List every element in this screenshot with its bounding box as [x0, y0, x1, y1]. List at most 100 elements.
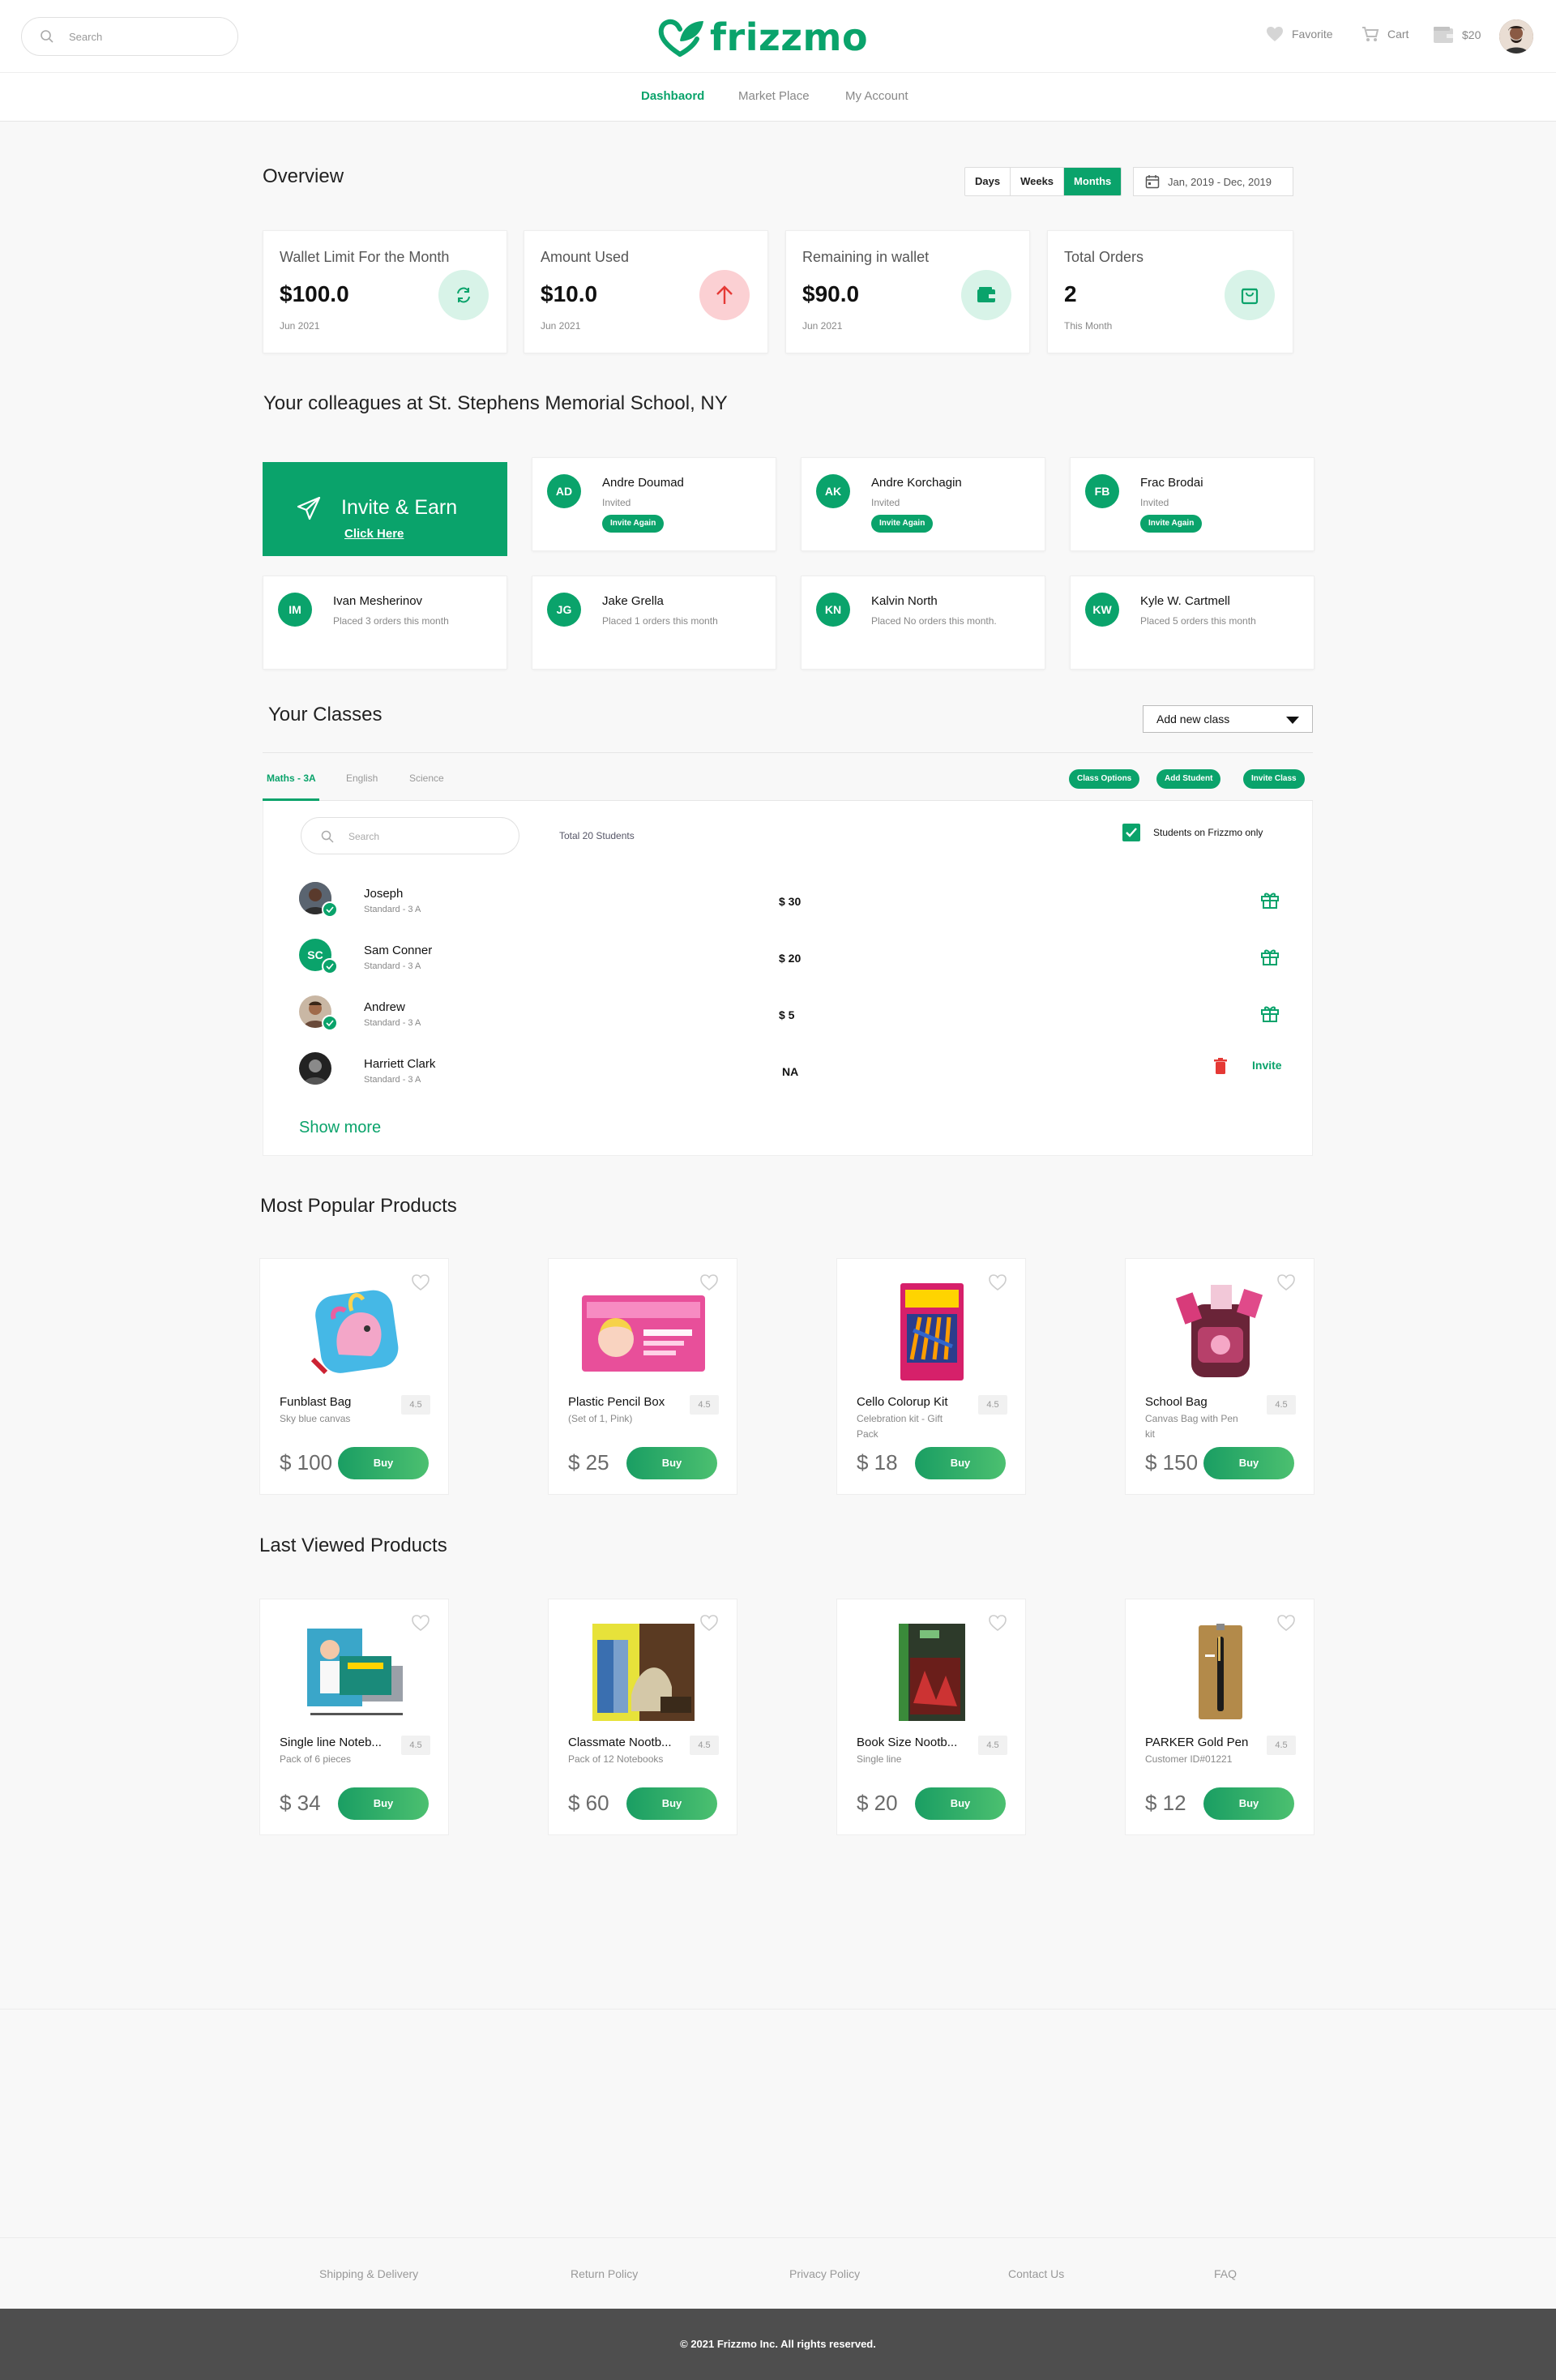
- tab-maths-3a[interactable]: Maths - 3A: [267, 773, 316, 784]
- invite-again-button[interactable]: Invite Again: [871, 515, 934, 533]
- student-search-input[interactable]: Search: [301, 817, 519, 854]
- gift-icon[interactable]: [1260, 947, 1280, 966]
- colleague-name: Andre Korchagin: [871, 476, 962, 490]
- period-days[interactable]: Days: [965, 168, 1011, 195]
- show-more-link[interactable]: Show more: [299, 1119, 381, 1137]
- nav-market-place[interactable]: Market Place: [738, 89, 810, 103]
- calendar-icon: [1145, 175, 1160, 189]
- gift-icon[interactable]: [1260, 1004, 1280, 1023]
- invite-link[interactable]: Click Here: [344, 527, 404, 541]
- wallet-link[interactable]: $20: [1433, 26, 1481, 44]
- footer-link-return[interactable]: Return Policy: [571, 2267, 638, 2280]
- product-price: $ 25: [568, 1450, 609, 1475]
- favorite-link[interactable]: Favorite: [1266, 26, 1333, 42]
- student-avatar: [299, 1052, 331, 1085]
- product-card[interactable]: Plastic Pencil Box (Set of 1, Pink) 4.5 …: [548, 1258, 737, 1495]
- favorite-heart-icon[interactable]: [699, 1273, 719, 1291]
- product-rating: 4.5: [978, 1736, 1007, 1755]
- colleague-name: Andre Doumad: [602, 476, 684, 490]
- stat-sub: Jun 2021: [541, 320, 581, 332]
- footer-link-faq[interactable]: FAQ: [1214, 2267, 1237, 2280]
- invite-class-button[interactable]: Invite Class: [1243, 769, 1305, 789]
- tab-science[interactable]: Science: [409, 773, 444, 784]
- favorite-heart-icon[interactable]: [1276, 1614, 1296, 1632]
- gift-icon[interactable]: [1260, 890, 1280, 910]
- favorite-heart-icon[interactable]: [988, 1614, 1007, 1632]
- favorite-heart-icon[interactable]: [411, 1273, 430, 1291]
- product-card[interactable]: PARKER Gold Pen Customer ID#01221 4.5 $ …: [1125, 1599, 1314, 1835]
- stat-label: Total Orders: [1064, 249, 1144, 265]
- colleague-name: Ivan Mesherinov: [333, 594, 423, 608]
- colleague-status: Invited: [871, 497, 900, 508]
- user-avatar-photo: [1499, 19, 1533, 54]
- favorite-heart-icon[interactable]: [1276, 1273, 1296, 1291]
- invite-earn-card[interactable]: Invite & Earn Click Here: [263, 462, 507, 556]
- colleague-initials: AK: [816, 474, 850, 508]
- tab-english[interactable]: English: [346, 773, 378, 784]
- period-weeks[interactable]: Weeks: [1011, 168, 1065, 195]
- wallet-icon: [961, 270, 1011, 320]
- buy-button[interactable]: Buy: [626, 1787, 717, 1820]
- period-selector: Days Weeks Months: [964, 167, 1122, 196]
- invite-student-link[interactable]: Invite: [1252, 1059, 1282, 1072]
- class-options-button[interactable]: Class Options: [1069, 769, 1140, 789]
- user-avatar[interactable]: [1499, 19, 1533, 54]
- colleague-status: Placed 3 orders this month: [333, 615, 449, 627]
- brand-logo[interactable]: frizzmo: [658, 15, 868, 60]
- overview-title: Overview: [263, 165, 344, 187]
- student-amount: NA: [782, 1065, 799, 1078]
- colleague-name: Jake Grella: [602, 594, 664, 608]
- add-student-button[interactable]: Add Student: [1156, 769, 1221, 789]
- product-desc: (Set of 1, Pink): [568, 1413, 633, 1424]
- wallet-amount: $20: [1462, 28, 1481, 41]
- buy-button[interactable]: Buy: [1203, 1447, 1294, 1479]
- frizzmo-only-checkbox[interactable]: [1122, 824, 1140, 841]
- colleague-initials: FB: [1085, 474, 1119, 508]
- main-nav: Dashbaord Market Place My Account: [0, 73, 1556, 122]
- invite-again-button[interactable]: Invite Again: [1140, 515, 1203, 533]
- buy-button[interactable]: Buy: [338, 1787, 429, 1820]
- product-card[interactable]: Single line Noteb... Pack of 6 pieces 4.…: [259, 1599, 449, 1835]
- product-desc: Single line: [857, 1753, 902, 1765]
- colleague-initials: AD: [547, 474, 581, 508]
- footer-link-privacy[interactable]: Privacy Policy: [789, 2267, 860, 2280]
- colleague-status: Placed 5 orders this month: [1140, 615, 1256, 627]
- product-card[interactable]: School Bag Canvas Bag with Pen kit 4.5 $…: [1125, 1258, 1314, 1495]
- nav-dashboard[interactable]: Dashbaord: [641, 89, 704, 103]
- trash-icon[interactable]: [1213, 1057, 1228, 1075]
- cart-link[interactable]: Cart: [1362, 26, 1409, 42]
- favorite-heart-icon[interactable]: [411, 1614, 430, 1632]
- product-card[interactable]: Book Size Nootb... Single line 4.5 $ 20 …: [836, 1599, 1026, 1835]
- colleague-initials: KN: [816, 593, 850, 627]
- date-range-picker[interactable]: Jan, 2019 - Dec, 2019: [1133, 167, 1293, 196]
- student-amount: $ 20: [779, 952, 802, 965]
- buy-button[interactable]: Buy: [915, 1447, 1006, 1479]
- footer-link-contact[interactable]: Contact Us: [1008, 2267, 1064, 2280]
- colleague-card: AD Andre Doumad Invited Invite Again: [532, 457, 776, 551]
- invite-again-button[interactable]: Invite Again: [602, 515, 665, 533]
- stat-value: $100.0: [280, 281, 349, 306]
- header-search[interactable]: Search: [21, 17, 238, 56]
- product-name: Single line Noteb...: [280, 1736, 382, 1749]
- nav-my-account[interactable]: My Account: [845, 89, 908, 103]
- favorite-heart-icon[interactable]: [988, 1273, 1007, 1291]
- product-card[interactable]: Funblast Bag Sky blue canvas 4.5 $ 100 B…: [259, 1258, 449, 1495]
- student-name: Andrew: [364, 1000, 405, 1014]
- buy-button[interactable]: Buy: [626, 1447, 717, 1479]
- footer-link-shipping[interactable]: Shipping & Delivery: [319, 2267, 418, 2280]
- product-card[interactable]: Classmate Nootb... Pack of 12 Notebooks …: [548, 1599, 737, 1835]
- arrow-up-icon: [699, 270, 750, 320]
- period-months[interactable]: Months: [1064, 168, 1122, 195]
- last-viewed-title: Last Viewed Products: [259, 1535, 447, 1556]
- buy-button[interactable]: Buy: [1203, 1787, 1294, 1820]
- buy-button[interactable]: Buy: [915, 1787, 1006, 1820]
- buy-button[interactable]: Buy: [338, 1447, 429, 1479]
- product-name: Classmate Nootb...: [568, 1736, 672, 1749]
- student-class: Standard - 3 A: [364, 905, 421, 914]
- favorite-heart-icon[interactable]: [699, 1614, 719, 1632]
- product-card[interactable]: Cello Colorup Kit Celebration kit - Gift…: [836, 1258, 1026, 1495]
- colleague-initials: IM: [278, 593, 312, 627]
- student-amount: $ 5: [779, 1008, 795, 1021]
- add-class-dropdown[interactable]: Add new class: [1143, 705, 1313, 733]
- stat-label: Amount Used: [541, 249, 630, 265]
